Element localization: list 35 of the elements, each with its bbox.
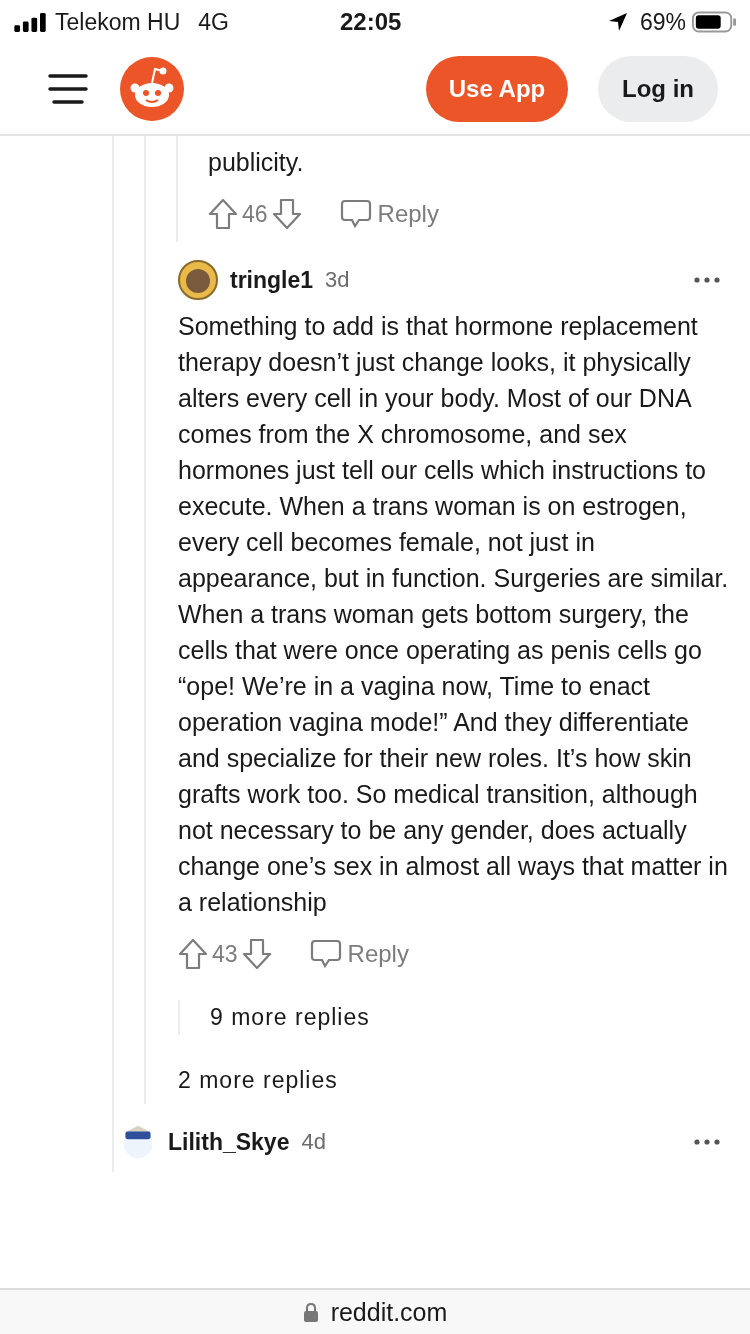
battery-icon xyxy=(692,11,736,33)
username[interactable]: tringle1 xyxy=(230,266,314,294)
reddit-logo-icon[interactable] xyxy=(120,57,184,121)
address-bar[interactable]: reddit.com xyxy=(0,1288,750,1334)
battery-percent: 69% xyxy=(639,8,686,36)
network-type: 4G xyxy=(198,8,229,36)
vote-count: 46 xyxy=(242,200,268,228)
comment-text: Something to add is that hormone replacement therapy doesn’t just change looks, it physically alters every cell in your body. Most of our DNA comes from the X chromosome, and sex hormones just tell our cells which instructions to execute. When a trans woman is on estrogen, every cell becomes female, not just in appearance, but in function. Surgeries are similar. When a trans woman gets bottom surgery, the cells that were once operating as penis cells go “ope! We’re in a vagina now, Time to enact operation vagina mode!” And they differentiate and specialize for their new roles. It’s how skin grafts work too. So medical transition, although not necessary to be any gender, does actually change one’s sex in almost all ways that matter in a relationship xyxy=(178,311,730,918)
domain-text: reddit.com xyxy=(330,1297,448,1327)
reply-button[interactable]: Reply xyxy=(339,199,439,229)
upvote-icon[interactable] xyxy=(208,198,238,230)
comment-age: 3d xyxy=(325,267,350,293)
clock-time: 22:05 xyxy=(340,8,402,36)
comment-text: publicity. xyxy=(208,147,305,178)
more-replies-link[interactable]: 2 more replies xyxy=(146,1063,338,1098)
reply-button[interactable]: Reply xyxy=(309,939,409,969)
menu-icon[interactable] xyxy=(48,73,88,105)
vote-count: 43 xyxy=(212,940,238,968)
signal-icon xyxy=(14,12,47,32)
speech-bubble-icon xyxy=(339,199,372,229)
downvote-icon[interactable] xyxy=(271,198,302,230)
more-options-icon[interactable] xyxy=(694,277,720,283)
carrier-name: Telekom HU xyxy=(55,8,181,36)
more-options-icon[interactable] xyxy=(694,1139,720,1145)
username[interactable]: Lilith_Skye xyxy=(168,1128,290,1156)
more-replies-link[interactable]: 9 more replies xyxy=(180,1000,370,1035)
lock-icon xyxy=(302,1302,319,1322)
upvote-icon[interactable] xyxy=(178,938,208,970)
downvote-icon[interactable] xyxy=(241,938,272,970)
user-avatar-icon xyxy=(178,260,218,300)
speech-bubble-icon xyxy=(309,939,342,969)
comment-age: 4d xyxy=(301,1129,326,1155)
location-arrow-icon xyxy=(607,12,628,32)
log-in-button[interactable]: Log in xyxy=(598,56,718,122)
use-app-button[interactable]: Use App xyxy=(426,56,568,122)
